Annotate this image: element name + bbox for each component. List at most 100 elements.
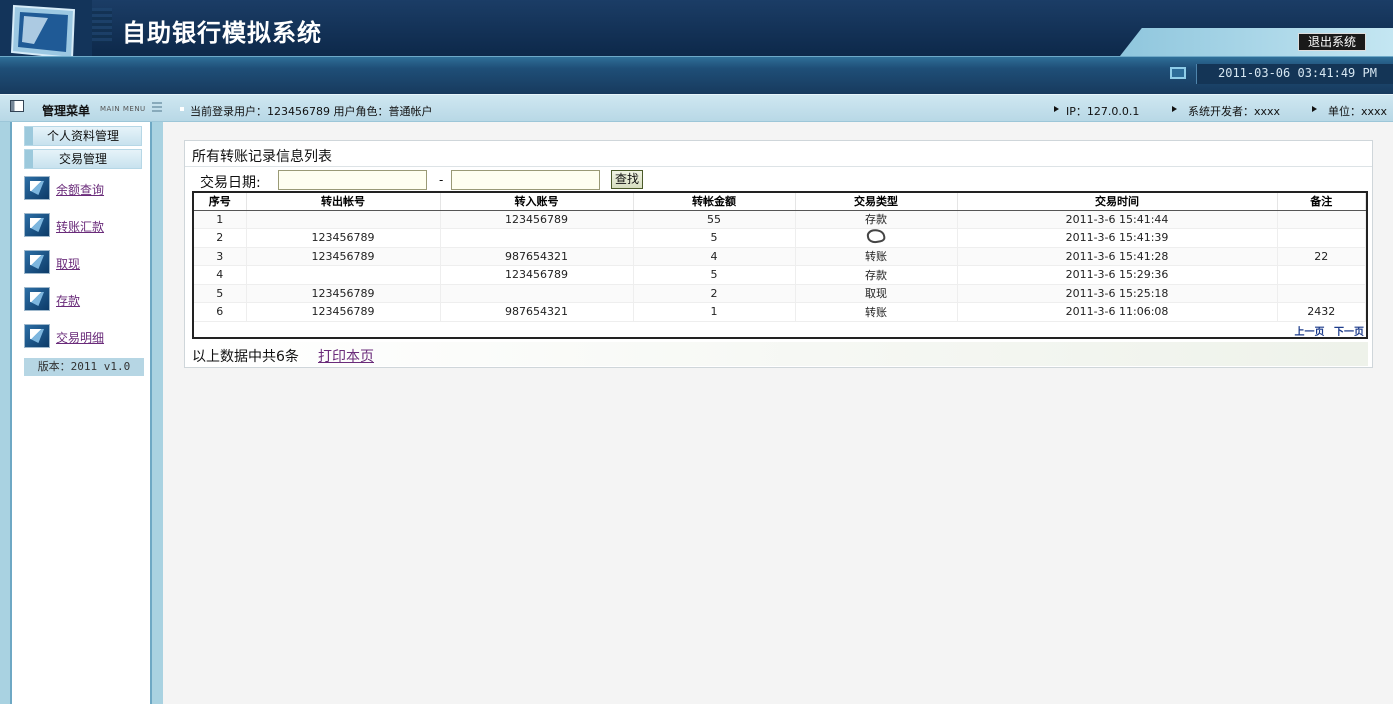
search-button[interactable]: 查找: [611, 170, 643, 189]
prev-page-link[interactable]: 上一页: [1295, 327, 1325, 338]
sidebar-section-label: 个人资料管理: [46, 129, 119, 143]
unit-info: 单位：xxxx: [1328, 105, 1388, 118]
sidebar-item-label[interactable]: 交易明细: [56, 329, 104, 346]
current-user-info: 当前登录用户：123456789 用户角色：普通帐户: [190, 105, 433, 118]
pager: 上一页 下一页: [1289, 323, 1364, 338]
cell-amount: 2: [633, 284, 796, 303]
sidebar-item-balance[interactable]: 余额查询: [24, 176, 154, 204]
cell-amount: 1: [633, 302, 796, 322]
cell-from-account: 123456789: [246, 247, 441, 266]
table-header-row: 序号 转出帐号 转入账号 转帐金额 交易类型 交易时间 备注: [194, 193, 1366, 211]
sidebar-item-deposit[interactable]: 存款: [24, 287, 154, 315]
cell-from-account: 123456789: [246, 284, 441, 303]
section-marker: [25, 127, 33, 145]
cell-no: 3: [194, 247, 247, 266]
cell-remark: 22: [1277, 247, 1366, 266]
sidebar-item-transaction-detail[interactable]: 交易明细: [24, 324, 154, 352]
version-label: 版本：2011 v1.0: [24, 358, 144, 376]
cell-type: 取现: [795, 284, 958, 303]
app-title: 自助银行模拟系统: [122, 18, 322, 47]
date-from-input[interactable]: [278, 170, 427, 190]
records-table-container: 序号 转出帐号 转入账号 转帐金额 交易类型 交易时间 备注 1 1234567…: [192, 191, 1368, 339]
sidebar-item-withdraw[interactable]: 取现: [24, 250, 154, 278]
next-page-link[interactable]: 下一页: [1334, 327, 1364, 338]
app-header: 自助银行模拟系统 退出系统 2011-03-06 03:41:49 PM: [0, 0, 1393, 94]
hand-cursor-icon: [865, 227, 887, 245]
sidebar-item-label[interactable]: 余额查询: [56, 181, 104, 198]
table-row: 3 123456789 987654321 4 转账 2011-3-6 15:4…: [194, 247, 1366, 266]
col-header-no: 序号: [194, 193, 247, 211]
developer-info: 系统开发者：xxxx: [1188, 105, 1281, 118]
print-page-link[interactable]: 打印本页: [318, 346, 374, 366]
section-marker: [25, 150, 33, 168]
atm-icon: [24, 250, 50, 274]
date-range-dash: -: [439, 173, 444, 187]
cell-to-account: 987654321: [440, 302, 634, 322]
date-label: 交易日期:: [200, 175, 261, 191]
cell-amount: 5: [633, 228, 796, 248]
cell-time: 2011-3-6 15:41:28: [957, 247, 1278, 266]
col-header-amount: 转帐金额: [633, 193, 796, 211]
cell-type: 转账: [795, 302, 958, 322]
sidebar-section-profile[interactable]: 个人资料管理: [24, 126, 142, 146]
cell-type: 转账: [795, 247, 958, 266]
atm-icon: [24, 176, 50, 200]
cell-remark: [1277, 228, 1366, 248]
panel-footer: 以上数据中共6条 打印本页: [192, 342, 1368, 366]
cell-from-account: 123456789: [246, 228, 441, 248]
date-to-input[interactable]: [451, 170, 600, 190]
cell-type: [795, 227, 958, 248]
panel-title: 所有转账记录信息列表: [192, 149, 332, 165]
arrow-right-icon: [1054, 106, 1059, 112]
ip-info: IP：127.0.0.1: [1066, 105, 1140, 118]
search-row: 交易日期: - 查找: [192, 169, 1368, 191]
datetime-display: 2011-03-06 03:41:49 PM: [1218, 66, 1377, 80]
cell-no: 6: [194, 302, 247, 322]
cell-to-account: 987654321: [440, 247, 634, 266]
record-count-summary: 以上数据中共6条: [192, 349, 299, 365]
cell-amount: 4: [633, 247, 796, 266]
cell-from-account: [246, 210, 441, 229]
cell-from-account: [246, 265, 441, 285]
cell-type: 存款: [795, 265, 958, 285]
cell-to-account: 123456789: [440, 265, 634, 285]
table-row: 1 123456789 55 存款 2011-3-6 15:41:44: [194, 210, 1366, 229]
cell-no: 4: [194, 265, 247, 285]
screen-icon: [1170, 67, 1186, 79]
menu-subtitle: MAIN MENU: [100, 105, 146, 113]
cell-type: 存款: [795, 210, 958, 229]
sidebar-section-transactions[interactable]: 交易管理: [24, 149, 142, 169]
col-header-time: 交易时间: [957, 193, 1278, 211]
sidebar-item-transfer[interactable]: 转账汇款: [24, 213, 154, 241]
sidebar: 个人资料管理 交易管理 余额查询 转账汇款 取现 存款 交易明细 版本：2011…: [10, 122, 152, 704]
cell-to-account: 123456789: [440, 210, 634, 229]
cell-to-account: [440, 284, 634, 303]
panel-header: 所有转账记录信息列表: [185, 141, 1372, 167]
col-header-to-account: 转入账号: [440, 193, 634, 211]
table-row: 2 123456789 5 2011-3-6 15:41:39: [194, 227, 1366, 248]
exit-button[interactable]: 退出系统: [1298, 33, 1366, 51]
col-header-remark: 备注: [1277, 193, 1366, 211]
cell-time: 2011-3-6 11:06:08: [957, 302, 1278, 322]
col-header-from-account: 转出帐号: [246, 193, 441, 211]
cell-time: 2011-3-6 15:41:44: [957, 210, 1278, 229]
sidebar-item-label[interactable]: 转账汇款: [56, 218, 104, 235]
sidebar-item-label[interactable]: 取现: [56, 255, 80, 272]
arrow-right-icon: [1312, 106, 1317, 112]
sidebar-item-label[interactable]: 存款: [56, 292, 80, 309]
menu-title: 管理菜单: [42, 104, 91, 118]
cell-time: 2011-3-6 15:41:39: [957, 228, 1278, 248]
col-header-type: 交易类型: [795, 193, 958, 211]
atm-icon: [24, 213, 50, 237]
atm-icon: [24, 287, 50, 311]
menu-bar: 管理菜单 MAIN MENU 当前登录用户：123456789 用户角色：普通帐…: [0, 94, 1393, 122]
cell-time: 2011-3-6 15:25:18: [957, 284, 1278, 303]
transfer-records-panel: 所有转账记录信息列表 交易日期: - 查找 序号 转出帐号 转入账号 转帐金额 …: [184, 140, 1373, 368]
cell-remark: [1277, 284, 1366, 303]
cell-no: 5: [194, 284, 247, 303]
cell-remark: 2432: [1277, 302, 1366, 322]
table-row: 4 123456789 5 存款 2011-3-6 15:29:36: [194, 265, 1366, 285]
arrow-right-icon: [1172, 106, 1177, 112]
cell-no: 2: [194, 228, 247, 248]
cell-amount: 5: [633, 265, 796, 285]
